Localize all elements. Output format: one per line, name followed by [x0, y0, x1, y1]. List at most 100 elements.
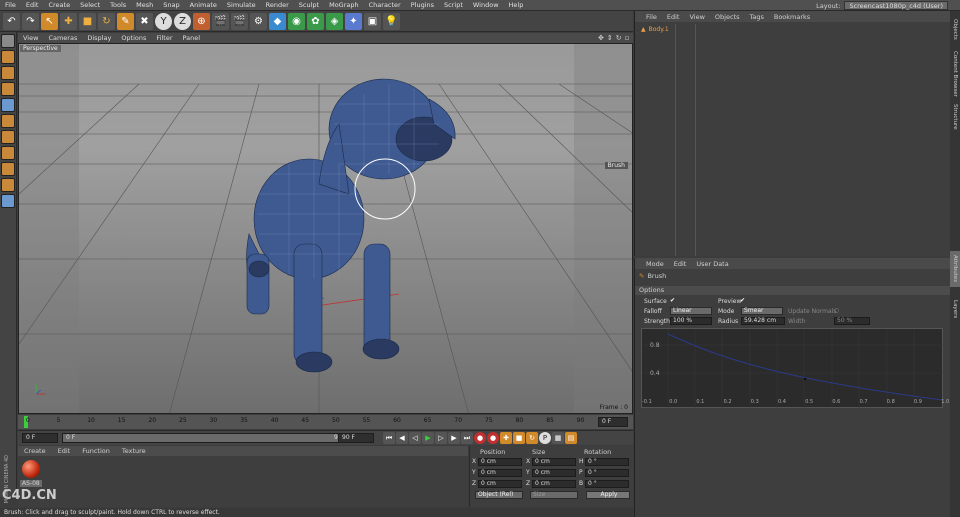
subdivision-icon[interactable]: ◉ — [288, 12, 305, 30]
key-pla-icon[interactable]: ▦ — [552, 432, 564, 444]
menu-mesh[interactable]: Mesh — [131, 1, 158, 9]
right-tab-content-browser[interactable]: Content Browser — [950, 51, 960, 97]
go-to-start-icon[interactable]: ⏮ — [383, 432, 395, 444]
material-name[interactable]: AS-08 — [20, 480, 42, 487]
right-tab-objects[interactable]: Objects — [950, 11, 960, 47]
menu-sculpt[interactable]: Sculpt — [294, 1, 324, 9]
material-menu-texture[interactable]: Texture — [116, 447, 152, 455]
menu-tools[interactable]: Tools — [105, 1, 131, 9]
go-to-end-icon[interactable]: ⏭ — [461, 432, 473, 444]
menu-snap[interactable]: Snap — [158, 1, 184, 9]
edges-mode-icon[interactable] — [1, 114, 15, 128]
start-frame-field[interactable]: 0 F — [22, 433, 58, 443]
environment-icon[interactable]: ✦ — [345, 12, 362, 30]
menu-script[interactable]: Script — [439, 1, 468, 9]
object-menu-bookmarks[interactable]: Bookmarks — [769, 13, 815, 21]
menu-render[interactable]: Render — [261, 1, 294, 9]
menu-mograph[interactable]: MoGraph — [324, 1, 364, 9]
array-icon[interactable]: ✿ — [307, 12, 324, 30]
viewport-menu-filter[interactable]: Filter — [151, 34, 177, 42]
rotate-view-icon[interactable]: ↻ — [616, 34, 622, 42]
maximize-view-icon[interactable]: ▫ — [625, 34, 630, 42]
right-tab-structure[interactable]: Structure — [950, 99, 960, 135]
layout-selector[interactable]: Layout: Screencast1080p_c4d (User) — [816, 0, 948, 11]
right-tab-layers[interactable]: Layers — [950, 291, 960, 327]
menu-plugins[interactable]: Plugins — [406, 1, 439, 9]
perspective-viewport[interactable]: Perspective Brush Frame : 0 — [18, 43, 633, 414]
camera-icon[interactable]: ▣ — [364, 12, 381, 30]
strength-field[interactable]: 100 % — [670, 317, 712, 325]
right-tab-attributes[interactable]: Attributes — [950, 251, 960, 287]
autokey-icon[interactable]: ● — [487, 432, 499, 444]
position-field[interactable]: 0 cm — [478, 480, 522, 488]
live-selection-icon[interactable]: ↖ — [41, 12, 58, 30]
end-frame-field[interactable]: 90 F — [338, 433, 374, 443]
viewport-menu-view[interactable]: View — [18, 34, 43, 42]
size-field[interactable]: 0 cm — [532, 480, 576, 488]
model-mode-icon[interactable] — [1, 50, 15, 64]
size-field[interactable]: 0 cm — [532, 469, 576, 477]
rotate-icon[interactable]: ↻ — [98, 12, 115, 30]
update-normals-checkbox[interactable]: ○ — [834, 307, 839, 314]
z-axis-icon[interactable]: Z — [174, 12, 191, 30]
viewport-menu-display[interactable]: Display — [82, 34, 116, 42]
move-icon[interactable]: ✚ — [60, 12, 77, 30]
size-mode-dropdown[interactable]: Size — [530, 491, 578, 499]
timeline-ruler[interactable]: 0 5 10 15 20 25 30 35 40 45 50 55 60 65 70 75 80 85 90 0 F — [18, 415, 633, 429]
polygons-mode-icon[interactable] — [1, 130, 15, 144]
attribute-menu-user-data[interactable]: User Data — [691, 260, 733, 268]
width-field[interactable]: 50 % — [834, 317, 870, 325]
key-param-icon[interactable]: P — [539, 432, 551, 444]
viewport-menu-cameras[interactable]: Cameras — [43, 34, 82, 42]
brush-tool-icon[interactable]: ✎ — [117, 12, 134, 30]
menu-simulate[interactable]: Simulate — [222, 1, 261, 9]
render-settings-icon[interactable]: ⚙ — [250, 12, 267, 30]
menu-help[interactable]: Help — [504, 1, 529, 9]
preview-checkbox[interactable]: ✔ — [740, 297, 745, 304]
workplane-icon[interactable] — [1, 194, 15, 208]
make-editable-icon[interactable] — [1, 34, 15, 48]
menu-create[interactable]: Create — [43, 1, 75, 9]
axis-mode-icon[interactable] — [1, 146, 15, 160]
next-frame-icon[interactable]: ▷ — [435, 432, 447, 444]
surface-checkbox[interactable]: ✔ — [670, 297, 675, 304]
falloff-graph[interactable]: 0.8 0.4 -0.1 0.0 0.1 0.2 0.3 0.4 0.5 0.6 0.7 0.8 0… — [641, 328, 949, 409]
play-icon[interactable]: ▶ — [422, 432, 434, 444]
keyframe-selection-icon[interactable]: ✚ — [500, 432, 512, 444]
x-axis-icon[interactable]: ✖ — [136, 12, 153, 30]
object-menu-view[interactable]: View — [684, 13, 709, 21]
object-menu-file[interactable]: File — [641, 13, 662, 21]
attribute-menu-mode[interactable]: Mode — [641, 260, 669, 268]
render-view-icon[interactable]: 🎬 — [212, 12, 229, 30]
tweak-mode-icon[interactable] — [1, 162, 15, 176]
mode-dropdown[interactable]: Smear — [741, 307, 783, 315]
coordinate-system-icon[interactable]: ⊕ — [193, 12, 210, 30]
move-view-icon[interactable]: ✥ — [598, 34, 604, 42]
menu-character[interactable]: Character — [364, 1, 406, 9]
menu-edit[interactable]: Edit — [21, 1, 44, 9]
workplane-mode-icon[interactable] — [1, 82, 15, 96]
menu-file[interactable]: File — [0, 1, 21, 9]
deformer-icon[interactable]: ◈ — [326, 12, 343, 30]
menu-animate[interactable]: Animate — [185, 1, 222, 9]
texture-mode-icon[interactable] — [1, 66, 15, 80]
viewport-menu-options[interactable]: Options — [116, 34, 151, 42]
coord-mode-dropdown[interactable]: Object (Rel) — [475, 491, 523, 499]
object-row-body[interactable]: ▲ Body.1 — [641, 24, 669, 34]
prev-key-icon[interactable]: ◀ — [396, 432, 408, 444]
snap-icon[interactable] — [1, 178, 15, 192]
rotation-field[interactable]: 0 ° — [585, 480, 629, 488]
render-picture-viewer-icon[interactable]: 🎬 — [231, 12, 248, 30]
material-swatch[interactable] — [22, 460, 40, 478]
material-menu-function[interactable]: Function — [76, 447, 116, 455]
menu-select[interactable]: Select — [75, 1, 105, 9]
y-axis-icon[interactable]: Y — [155, 12, 172, 30]
rotation-field[interactable]: 0 ° — [585, 469, 629, 477]
scale-icon[interactable]: ■ — [79, 12, 96, 30]
cube-icon[interactable]: ◆ — [269, 12, 286, 30]
attribute-menu-edit[interactable]: Edit — [669, 260, 692, 268]
apply-button[interactable]: Apply — [586, 491, 630, 499]
redo-icon[interactable]: ↷ — [22, 12, 39, 30]
prev-frame-icon[interactable]: ◁ — [409, 432, 421, 444]
timeline-end-field[interactable]: 0 F — [598, 417, 628, 427]
